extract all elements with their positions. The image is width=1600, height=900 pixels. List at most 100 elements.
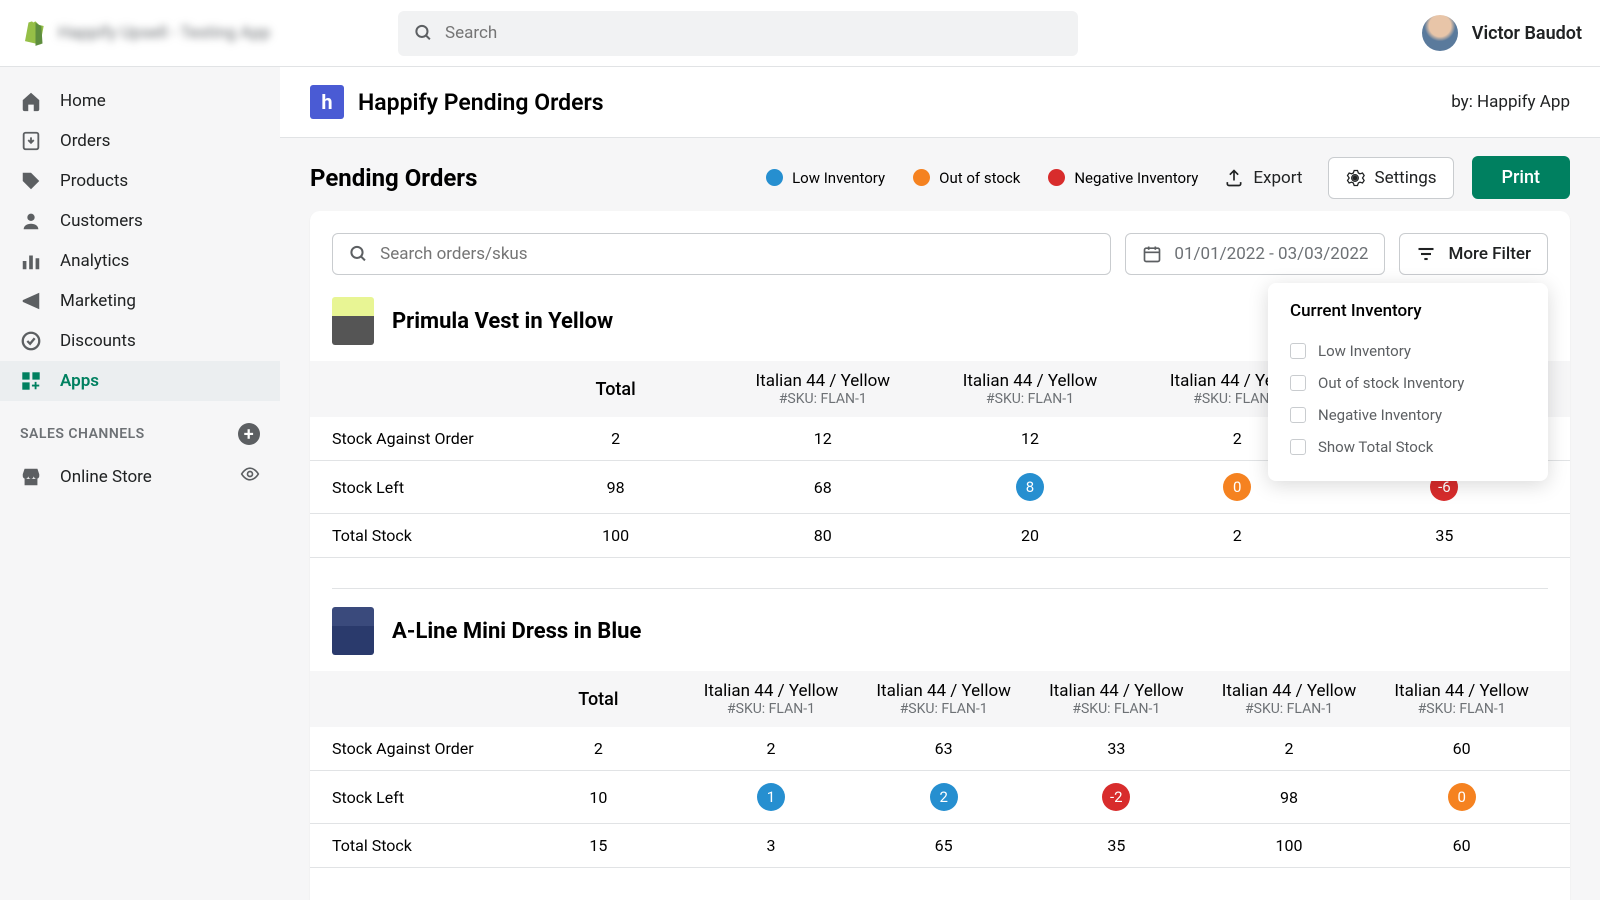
filter-dropdown: Current Inventory Low InventoryOut of st…	[1268, 283, 1548, 481]
date-range-picker[interactable]: 01/01/2022 - 03/03/2022	[1125, 233, 1385, 275]
sidebar-item-label: Orders	[60, 131, 110, 151]
orders-search[interactable]	[332, 233, 1111, 275]
variant-header: Italian 44 / Yellow#SKU: FLAN-1	[1030, 681, 1203, 717]
sidebar-item-analytics[interactable]: Analytics	[0, 241, 280, 281]
filter-option[interactable]: Negative Inventory	[1290, 399, 1526, 431]
sidebar-channel-online-store[interactable]: Online Store	[0, 455, 280, 498]
cell-total: 2	[512, 739, 685, 758]
export-label: Export	[1253, 168, 1302, 188]
global-search[interactable]	[398, 11, 1078, 56]
search-icon	[349, 244, 368, 264]
cell: 1	[685, 783, 858, 811]
cell: 3	[685, 836, 858, 855]
checkbox-icon[interactable]	[1290, 375, 1306, 391]
cell: 63	[857, 739, 1030, 758]
search-icon	[414, 23, 433, 43]
option-label: Low Inventory	[1318, 342, 1411, 360]
cell-total: 100	[512, 526, 719, 545]
cell: 80	[719, 526, 926, 545]
sidebar-item-home[interactable]: Home	[0, 81, 280, 121]
cell: 60	[1375, 836, 1548, 855]
app-title: Happify Pending Orders	[358, 89, 604, 116]
legend-neg: Negative Inventory	[1048, 169, 1198, 187]
cell-total: 98	[512, 478, 719, 497]
apps-icon	[20, 370, 42, 392]
legend-out: Out of stock	[913, 169, 1020, 187]
cell: 12	[926, 429, 1133, 448]
date-range-value: 01/01/2022 - 03/03/2022	[1174, 244, 1368, 264]
print-button[interactable]: Print	[1472, 156, 1570, 199]
variant-header: Italian 44 / Yellow#SKU: FLAN-1	[1203, 681, 1376, 717]
sidebar-item-orders[interactable]: Orders	[0, 121, 280, 161]
filter-option[interactable]: Show Total Stock	[1290, 431, 1526, 463]
byline: by: Happify App	[1451, 92, 1570, 112]
shopify-logo-icon	[18, 19, 46, 47]
variant-header: Italian 44 / Yellow#SKU: FLAN-1	[926, 371, 1133, 407]
stock-badge: 2	[930, 783, 958, 811]
user-name[interactable]: Victor Baudot	[1472, 23, 1582, 44]
option-label: Out of stock Inventory	[1318, 374, 1464, 392]
product-title: A-Line Mini Dress in Blue	[392, 619, 641, 644]
sidebar-item-label: Apps	[60, 371, 99, 391]
cell: 100	[1203, 836, 1376, 855]
product-title: Primula Vest in Yellow	[392, 309, 613, 334]
row-label: Stock Left	[332, 788, 512, 807]
page-title: Pending Orders	[310, 164, 477, 192]
sidebar-item-products[interactable]: Products	[0, 161, 280, 201]
checkbox-icon[interactable]	[1290, 407, 1306, 423]
legend-label: Out of stock	[939, 169, 1020, 187]
app-header: h Happify Pending Orders by: Happify App	[280, 67, 1600, 138]
cell: -2	[1030, 783, 1203, 811]
legend-label: Negative Inventory	[1074, 169, 1198, 187]
row-label: Stock Left	[332, 478, 512, 497]
filter-option[interactable]: Low Inventory	[1290, 335, 1526, 367]
filter-option[interactable]: Out of stock Inventory	[1290, 367, 1526, 399]
orders-icon	[20, 130, 42, 152]
cell: 68	[719, 478, 926, 497]
sidebar-item-label: Customers	[60, 211, 143, 231]
row-label: Stock Against Order	[332, 429, 512, 448]
row-label: Total Stock	[332, 836, 512, 855]
legend-low: Low Inventory	[766, 169, 885, 187]
filter-icon	[1416, 244, 1436, 264]
sidebar-item-apps[interactable]: Apps	[0, 361, 280, 401]
total-header: Total	[512, 379, 719, 400]
customers-icon	[20, 210, 42, 232]
row-label: Stock Against Order	[332, 739, 512, 758]
sidebar-item-discounts[interactable]: Discounts	[0, 321, 280, 361]
table-row: Stock Against Order226333260	[310, 727, 1570, 771]
total-header: Total	[512, 689, 685, 710]
sidebar-item-label: Discounts	[60, 331, 136, 351]
add-channel-icon[interactable]: +	[238, 423, 260, 445]
dot-icon	[766, 169, 783, 186]
avatar[interactable]	[1422, 15, 1458, 51]
option-label: Negative Inventory	[1318, 406, 1442, 424]
export-button[interactable]: Export	[1216, 168, 1310, 188]
sidebar-item-label: Analytics	[60, 251, 129, 271]
variant-header: Italian 44 / Yellow#SKU: FLAN-1	[685, 681, 858, 717]
sidebar-item-customers[interactable]: Customers	[0, 201, 280, 241]
table-row: Stock Left1012-2980	[310, 771, 1570, 824]
cell: 8	[926, 473, 1133, 501]
eye-icon[interactable]	[240, 464, 260, 489]
store-icon	[20, 466, 42, 488]
cell: 2	[685, 739, 858, 758]
stock-badge: 0	[1448, 783, 1476, 811]
stock-badge: 8	[1016, 473, 1044, 501]
export-icon	[1224, 168, 1244, 188]
more-filter-button[interactable]: More Filter	[1399, 233, 1548, 275]
orders-search-input[interactable]	[380, 244, 1094, 264]
cell: 2	[1134, 526, 1341, 545]
checkbox-icon[interactable]	[1290, 343, 1306, 359]
row-label: Total Stock	[332, 526, 512, 545]
table-header: TotalItalian 44 / Yellow#SKU: FLAN-1Ital…	[310, 671, 1570, 727]
cell-total: 10	[512, 788, 685, 807]
sidebar-item-marketing[interactable]: Marketing	[0, 281, 280, 321]
calendar-icon	[1142, 244, 1162, 264]
checkbox-icon[interactable]	[1290, 439, 1306, 455]
settings-button[interactable]: Settings	[1328, 157, 1453, 199]
dot-icon	[913, 169, 930, 186]
search-input[interactable]	[445, 23, 1062, 43]
analytics-icon	[20, 250, 42, 272]
cell: 35	[1030, 836, 1203, 855]
